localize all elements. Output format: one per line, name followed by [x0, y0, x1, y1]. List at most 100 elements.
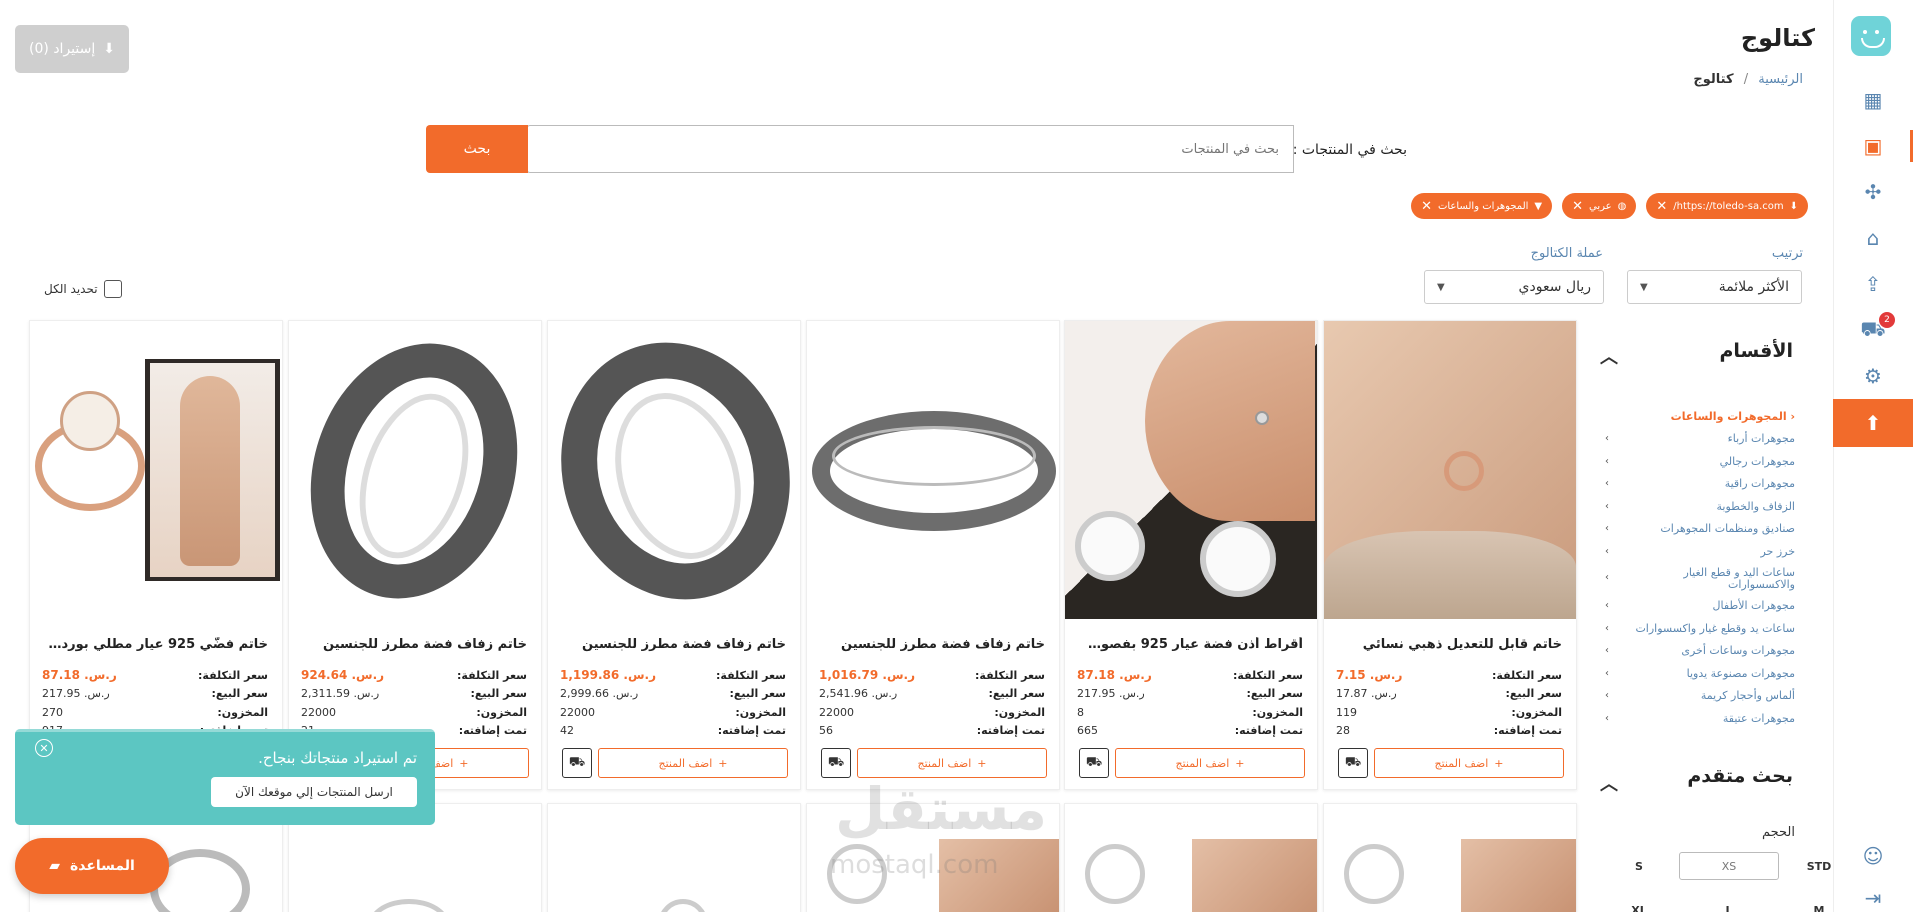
category-item[interactable]: ساعات يد وقطع غيار واكسسوارات › — [1605, 617, 1795, 640]
stock-value: 119 — [1336, 705, 1357, 719]
category-item[interactable]: مجوهرات مصنوعة يدويا › — [1605, 662, 1795, 685]
sale-value: ر.س. 217.95 — [1077, 687, 1145, 701]
close-icon[interactable]: ✕ — [1656, 199, 1667, 214]
chevron-left-icon: › — [1605, 545, 1609, 557]
category-item[interactable]: خرز حر › — [1605, 540, 1795, 563]
category-item[interactable]: مجوهرات الأطفال › — [1605, 595, 1795, 618]
chip-language[interactable]: ◍ عربي ✕ — [1562, 193, 1637, 219]
close-icon[interactable]: ✕ — [1572, 199, 1583, 214]
product-image[interactable] — [1324, 321, 1576, 619]
added-label: تمت إضافته: — [976, 724, 1045, 738]
product-card[interactable] — [1323, 803, 1577, 912]
category-label: ساعات يد وقطع غيار واكسسوارات — [1635, 621, 1795, 635]
category-item[interactable]: مجوهرات وساعات أخرى › — [1605, 640, 1795, 663]
select-all-checkbox[interactable] — [103, 280, 122, 298]
category-label: صناديق ومنظمات المجوهرات — [1660, 522, 1795, 536]
plus-icon: + — [977, 756, 987, 770]
stock-label: المخزون: — [476, 705, 527, 719]
catalog-icon[interactable]: ▣ — [1833, 124, 1913, 168]
cart-add-icon[interactable]: ⛟ — [1079, 748, 1109, 778]
product-image[interactable] — [289, 321, 541, 619]
product-card[interactable] — [547, 803, 801, 912]
size-option[interactable]: XS — [1679, 852, 1779, 880]
help-button[interactable]: المساعدة ▰ — [15, 838, 169, 894]
import-button[interactable]: ⬇ إستيراد (0) — [15, 25, 129, 73]
add-product-button[interactable]: + اضف المنتج — [1374, 748, 1564, 778]
product-actions: + اضف المنتج ⛟ — [562, 748, 788, 778]
add-product-label: اضف المنتج — [1175, 756, 1230, 770]
cart-icon[interactable]: ⛟ 2 — [1833, 308, 1913, 352]
cart-add-icon[interactable]: ⛟ — [1338, 748, 1368, 778]
chevron-left-icon: › — [1605, 572, 1609, 584]
sale-label: سعر البيع: — [211, 687, 269, 701]
cost-value: ر.س. 1,016.79 — [819, 668, 915, 683]
settings-icon[interactable]: ⚙ — [1833, 354, 1913, 398]
add-product-label: اضف المنتج — [658, 756, 713, 770]
store-icon[interactable]: ⌂ — [1833, 216, 1913, 260]
select-all[interactable]: تحديد الكل — [44, 280, 122, 298]
chevron-up-icon[interactable]: ︿ — [1600, 770, 1618, 796]
product-card[interactable]: خاتم زفاف فضة مطرز للجنسين سعر التكلفة: ر… — [288, 320, 542, 790]
search-button[interactable]: بحث — [426, 125, 528, 173]
add-product-button[interactable]: + اضف المنتج — [598, 748, 788, 778]
cost-label: سعر التكلفة: — [716, 668, 786, 682]
sale-value: ر.س. 217.95 — [42, 687, 110, 701]
close-icon[interactable]: ✕ — [1421, 199, 1432, 214]
product-image[interactable] — [807, 321, 1059, 619]
chip-source[interactable]: ⬇ https://toledo-sa.com/ ✕ — [1646, 193, 1808, 219]
categories-list: ‹ المجوهرات والساعات مجوهرات أرباء › مجوه… — [1605, 405, 1795, 730]
product-card[interactable]: خاتم زفاف فضة مطرز للجنسين سعر التكلفة: ر… — [547, 320, 801, 790]
add-product-button[interactable]: + اضف المنتج — [857, 748, 1047, 778]
sale-label: سعر البيع: — [988, 687, 1046, 701]
product-actions: + اضف المنتج ⛟ — [821, 748, 1047, 778]
product-image[interactable] — [1065, 321, 1317, 619]
product-card[interactable]: خاتم قابل للتعديل ذهبي نسائي سعر التكلفة… — [1323, 320, 1577, 790]
category-item[interactable]: ألماس وأحجار كريمة › — [1605, 685, 1795, 708]
search-input[interactable] — [527, 126, 1293, 172]
cart-add-icon[interactable]: ⛟ — [562, 748, 592, 778]
category-item[interactable]: ‹ المجوهرات والساعات — [1605, 405, 1795, 428]
apps-icon[interactable]: ✣ — [1833, 170, 1913, 214]
size-option[interactable]: L — [1673, 896, 1785, 912]
product-card[interactable] — [1064, 803, 1318, 912]
chip-category[interactable]: ▼ المجوهرات والساعات ✕ — [1411, 193, 1553, 219]
cost-value: ر.س. 1,199.86 — [560, 668, 656, 683]
breadcrumb-home[interactable]: الرئيسية — [1758, 72, 1803, 87]
product-card[interactable]: أقراط أذن فضة عيار 925 بفصوص ز... سعر ال… — [1064, 320, 1318, 790]
chevron-up-icon[interactable]: ︿ — [1600, 343, 1618, 369]
upgrade-icon[interactable]: ⬆ — [1833, 399, 1913, 447]
size-option[interactable]: XL — [1605, 896, 1673, 912]
cost-value: ر.س. 87.18 — [42, 668, 117, 683]
category-item[interactable]: الزفاف والخطوبة › — [1605, 495, 1795, 518]
category-item[interactable]: صناديق ومنظمات المجوهرات › — [1605, 518, 1795, 541]
product-image[interactable] — [30, 321, 282, 619]
breadcrumb-current: كتالوج — [1693, 72, 1734, 87]
size-option[interactable]: STD — [1785, 852, 1853, 880]
size-option[interactable]: M — [1785, 896, 1853, 912]
download-icon: ⬇ — [1789, 200, 1798, 212]
app-logo-icon[interactable] — [1851, 16, 1891, 56]
close-icon[interactable]: ✕ — [35, 739, 53, 757]
product-card[interactable]: خاتم زفاف فضة مطرز للجنسين سعر التكلفة: ر… — [806, 320, 1060, 790]
sort-select[interactable]: الأكثر ملائمة ▼ — [1627, 270, 1802, 304]
category-label: ألماس وأحجار كريمة — [1700, 689, 1795, 703]
dashboard-icon[interactable]: ▦ — [1833, 78, 1913, 122]
chevron-left-icon: › — [1605, 622, 1609, 634]
send-products-button[interactable]: ارسل المنتجات إلي موقعك الآن — [211, 777, 417, 807]
currency-select[interactable]: ريال سعودي ▼ — [1424, 270, 1604, 304]
search-field[interactable] — [526, 125, 1294, 173]
product-image[interactable] — [548, 321, 800, 619]
category-item[interactable]: مجوهرات أرباء › — [1605, 428, 1795, 451]
upload-icon[interactable]: ⇪ — [1833, 262, 1913, 306]
size-option[interactable]: S — [1605, 852, 1673, 880]
chevron-left-icon: › — [1605, 600, 1609, 612]
category-item[interactable]: مجوهرات رجالي › — [1605, 450, 1795, 473]
category-item[interactable]: ساعات اليد و قطع الغيار والاكسسوارات › — [1605, 563, 1795, 595]
breadcrumb-separator: / — [1743, 72, 1749, 87]
toast-message: تم استيراد منتجاتك بنجاح. — [258, 749, 417, 767]
add-product-button[interactable]: + اضف المنتج — [1115, 748, 1305, 778]
cart-add-icon[interactable]: ⛟ — [821, 748, 851, 778]
category-item[interactable]: مجوهرات عتيقة › — [1605, 707, 1795, 730]
product-card[interactable]: خاتم فضّي 925 عيار مطلي بوردي ب... سعر ا… — [29, 320, 283, 790]
category-item[interactable]: مجوهرات راقية › — [1605, 473, 1795, 496]
